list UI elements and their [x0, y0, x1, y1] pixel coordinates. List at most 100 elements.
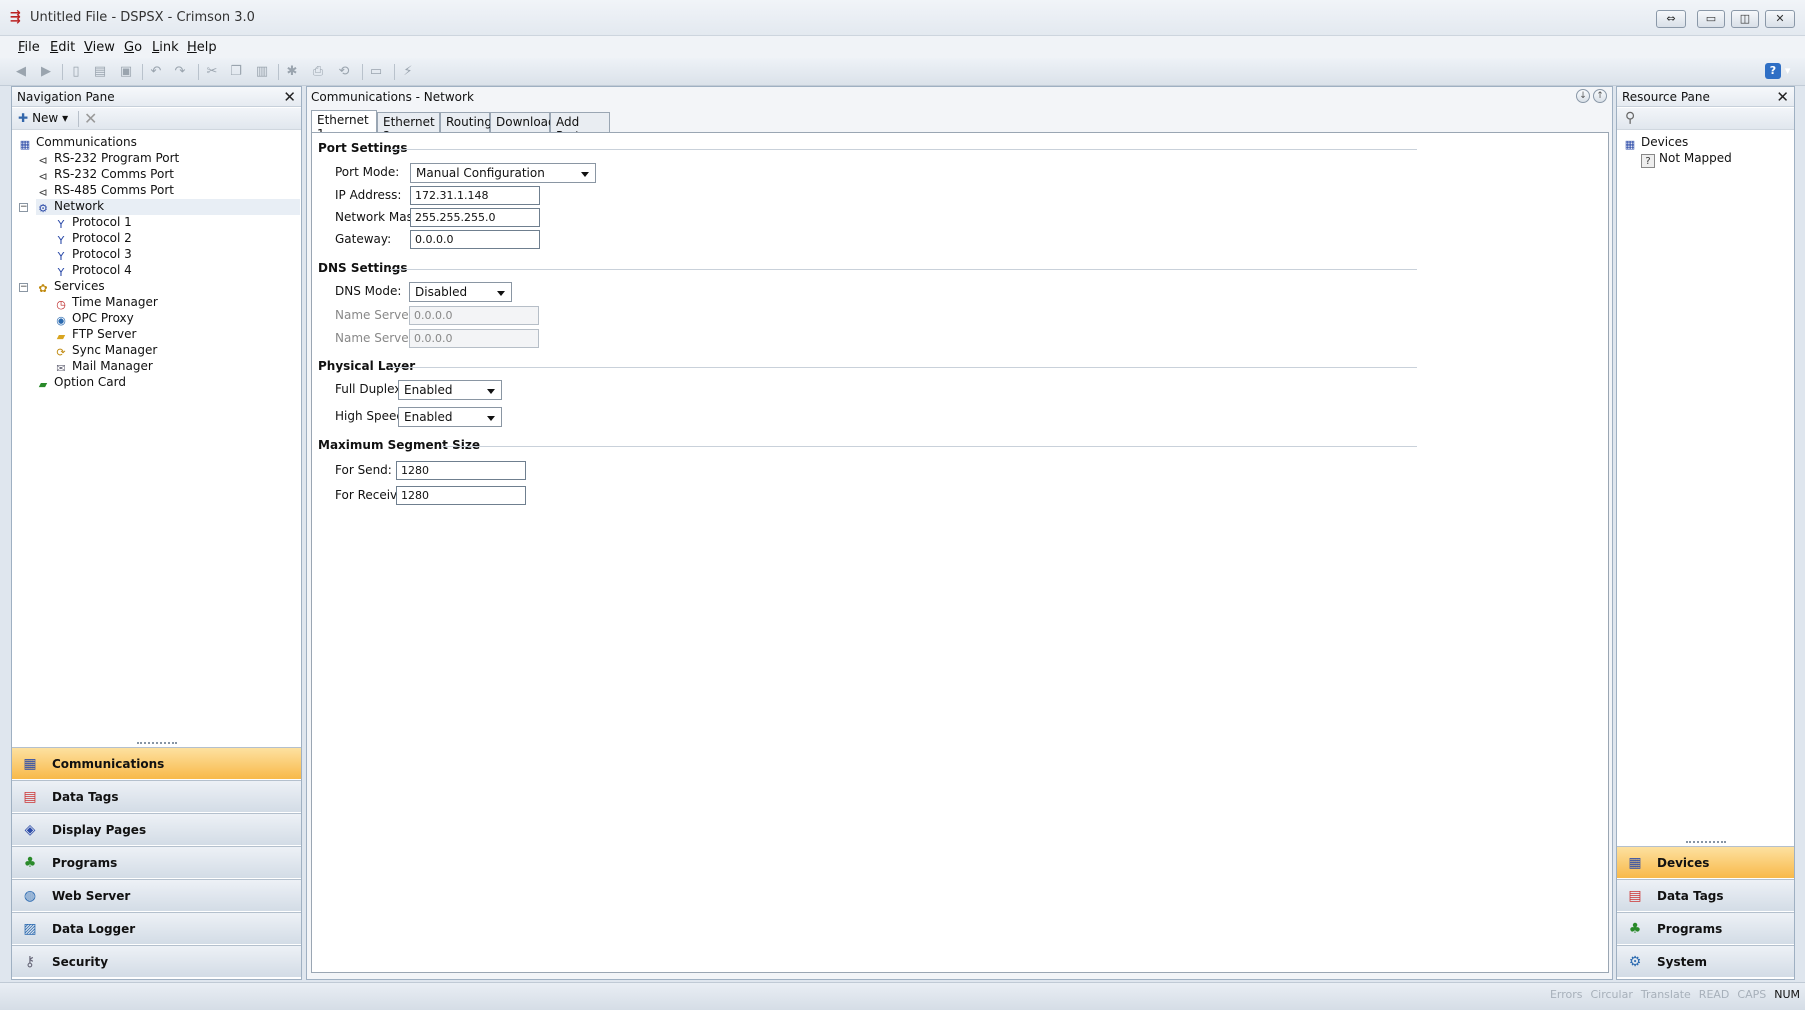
collapse-network-toggle[interactable]: −	[19, 203, 28, 212]
category-programs[interactable]: ♣ Programs	[12, 846, 301, 878]
gateway-input[interactable]	[410, 230, 540, 249]
open-file-icon[interactable]: ▤	[92, 64, 108, 80]
tree-item-protocol-1[interactable]: Y Protocol 1	[54, 215, 132, 231]
pane-splitter-handle[interactable]	[136, 742, 177, 746]
tree-item-rs232-program-port[interactable]: ⊲ RS-232 Program Port	[36, 151, 179, 167]
close-button[interactable]: ✕	[1765, 10, 1795, 28]
menu-view[interactable]: View	[84, 40, 115, 55]
collapse-services-toggle[interactable]: −	[19, 283, 28, 292]
high-speed-select[interactable]: Enabled	[398, 407, 502, 427]
category-security[interactable]: ⚷ Security	[12, 945, 301, 977]
tree-item-services[interactable]: ✿ Services	[36, 279, 104, 295]
port-mode-select[interactable]: Manual Configuration	[410, 163, 596, 183]
delete-icon[interactable]: ✕	[84, 109, 97, 128]
tree-item-protocol-3[interactable]: Y Protocol 3	[54, 247, 132, 263]
tree-item-rs485-comms-port[interactable]: ⊲ RS-485 Comms Port	[36, 183, 174, 199]
section-physical-layer: Physical Layer	[318, 359, 416, 373]
undo-icon[interactable]: ↶	[148, 64, 164, 80]
navigation-pane: Navigation Pane ✕ ✚ New ▾ ✕ ▦ Communicatio…	[11, 86, 302, 980]
close-icon[interactable]: ✕	[1776, 88, 1789, 106]
tree-item-not-mapped[interactable]: ? Not Mapped	[1641, 151, 1732, 168]
tree-item-ftp-server[interactable]: ▰ FTP Server	[54, 327, 137, 343]
search-icon[interactable]: ⚲	[1625, 110, 1635, 126]
new-file-icon[interactable]: ▯	[68, 64, 84, 80]
serial-port-icon: ⊲	[38, 186, 48, 199]
tree-item-sync-manager[interactable]: ⟳ Sync Manager	[54, 343, 157, 359]
section-divider	[442, 446, 1417, 447]
maximize-button[interactable]: ◫	[1731, 10, 1759, 28]
cut-icon[interactable]: ✂	[204, 64, 220, 80]
for-send-input[interactable]	[396, 461, 526, 480]
redo-icon[interactable]: ↷	[172, 64, 188, 80]
tree-item-network[interactable]: ⚙ Network	[36, 199, 300, 215]
close-icon[interactable]: ✕	[283, 88, 296, 106]
tree-item-protocol-2[interactable]: Y Protocol 2	[54, 231, 132, 247]
tree-item-option-card[interactable]: ▰ Option Card	[36, 375, 126, 391]
security-icon: ⚷	[24, 954, 36, 970]
send-icon[interactable]: ⚡	[400, 64, 416, 80]
tab-routing[interactable]: Routing	[440, 112, 492, 132]
category-devices[interactable]: ▦ Devices	[1617, 846, 1794, 878]
forward-icon[interactable]: ▶	[38, 64, 54, 80]
ip-address-label: IP Address:	[335, 188, 402, 202]
category-communications[interactable]: ▦ Communications	[12, 747, 301, 779]
serial-port-icon: ⊲	[38, 170, 48, 183]
full-duplex-select[interactable]: Enabled	[398, 380, 502, 400]
tab-add-ports[interactable]: Add Ports	[550, 112, 610, 143]
next-item-icon[interactable]: ↑	[1593, 89, 1607, 103]
category-display-pages[interactable]: ◈ Display Pages	[12, 813, 301, 845]
section-dns-settings: DNS Settings	[318, 261, 408, 275]
tab-download[interactable]: Download	[490, 112, 556, 132]
navigation-toolbar: ✚ New ▾ ✕	[12, 108, 301, 130]
new-button[interactable]: ✚ New ▾	[18, 111, 68, 125]
for-receive-input[interactable]	[396, 486, 526, 505]
services-icon: ✿	[38, 282, 48, 295]
previous-item-icon[interactable]: ↓	[1576, 89, 1590, 103]
menu-file[interactable]: File	[18, 40, 40, 55]
copy-icon[interactable]: ❐	[228, 64, 244, 80]
tree-item-communications[interactable]: ▦ Communications	[18, 135, 137, 151]
print-icon[interactable]: ⎙	[310, 64, 326, 80]
category-data-logger[interactable]: ▨ Data Logger	[12, 912, 301, 944]
tab-ethernet-2[interactable]: Ethernet 2	[377, 112, 440, 143]
tree-item-time-manager[interactable]: ◷ Time Manager	[54, 295, 158, 311]
monitor-icon[interactable]: ▭	[368, 64, 384, 80]
category-programs[interactable]: ♣ Programs	[1617, 912, 1794, 944]
category-data-tags[interactable]: ▤ Data Tags	[1617, 879, 1794, 911]
menu-go[interactable]: Go	[124, 40, 142, 55]
mail-icon: ✉	[56, 362, 66, 375]
tree-item-protocol-4[interactable]: Y Protocol 4	[54, 263, 132, 279]
back-icon[interactable]: ◀	[13, 64, 29, 80]
dns-mode-select[interactable]: Disabled	[409, 282, 512, 302]
pane-splitter-handle[interactable]	[1685, 841, 1726, 845]
tools-icon[interactable]: ✱	[284, 64, 300, 80]
tree-item-mail-manager[interactable]: ✉ Mail Manager	[54, 359, 152, 375]
category-web-server[interactable]: ◍ Web Server	[12, 879, 301, 911]
help-button[interactable]: ? ▾	[1765, 63, 1791, 81]
tree-item-opc-proxy[interactable]: ◉ OPC Proxy	[54, 311, 134, 327]
menu-edit[interactable]: Edit	[50, 40, 75, 55]
tab-ethernet-1[interactable]: Ethernet 1	[311, 110, 377, 141]
category-data-tags[interactable]: ▤ Data Tags	[12, 780, 301, 812]
protocol-icon: Y	[57, 250, 65, 263]
ip-address-input[interactable]	[410, 186, 540, 205]
menu-link[interactable]: Link	[152, 40, 179, 55]
status-num: NUM	[1774, 988, 1800, 1001]
ethernet-settings-form: Port Settings Port Mode: Manual Configur…	[311, 132, 1609, 973]
protocol-icon: Y	[57, 218, 65, 231]
network-mask-input[interactable]	[410, 208, 540, 227]
link-icon[interactable]: ⟲	[336, 64, 352, 80]
menu-help[interactable]: Help	[187, 40, 217, 55]
sync-icon: ⟳	[56, 346, 66, 359]
category-system[interactable]: ⚙ System	[1617, 945, 1794, 977]
tree-item-devices[interactable]: ▦ Devices	[1623, 135, 1689, 151]
paste-icon[interactable]: ▥	[254, 64, 270, 80]
navigation-pane-header: Navigation Pane ✕	[12, 87, 301, 107]
tree-item-rs232-comms-port[interactable]: ⊲ RS-232 Comms Port	[36, 167, 174, 183]
status-caps: CAPS	[1737, 988, 1767, 1001]
devices-icon: ▦	[1624, 138, 1636, 151]
save-icon[interactable]: ▣	[118, 64, 134, 80]
restore-layout-button[interactable]: ⇔	[1656, 10, 1686, 28]
protocol-icon: Y	[57, 234, 65, 247]
minimize-button[interactable]: ▭	[1697, 10, 1725, 28]
